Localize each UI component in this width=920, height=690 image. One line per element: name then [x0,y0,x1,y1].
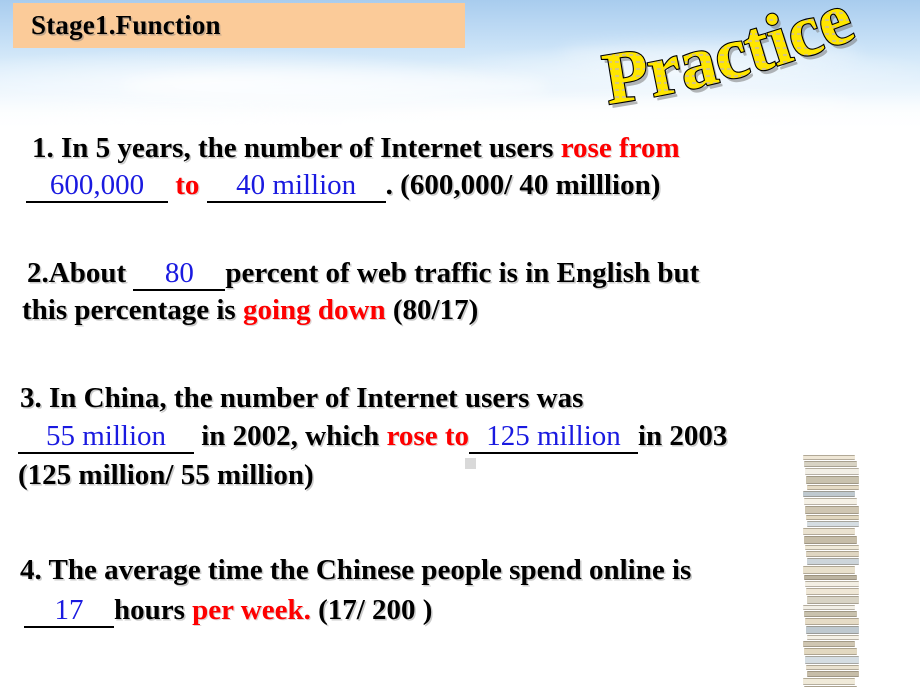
book-in-stack [803,678,855,685]
book-in-stack [805,468,859,475]
book-in-stack [804,686,857,687]
q3-post-text: in 2003 [638,420,728,452]
question-2-line-2: this percentage is going down (80/17) [22,294,479,326]
book-in-stack [807,485,859,490]
q1-answer-blank-1[interactable]: 600,000 [26,171,168,203]
book-in-stack [803,491,855,497]
gray-square-artifact [465,458,476,469]
q3-highlight-rose-to: rose to [386,420,469,452]
book-in-stack [807,596,859,604]
question-3-line-3: (125 million/ 55 million) [18,459,314,491]
book-in-stack [803,605,855,610]
q1-highlight-rose-from: rose from [560,132,680,164]
book-in-stack [806,626,859,634]
book-in-stack [806,665,859,670]
book-in-stack [805,506,859,514]
question-4-line-1: 4. The average time the Chinese people s… [20,554,692,586]
book-in-stack [806,588,859,595]
book-in-stack [804,575,857,580]
book-in-stack [807,558,859,565]
book-in-stack [804,536,857,544]
q2-text-pre: 2.About [27,257,134,289]
question-3-line-1: 3. In China, the number of Internet user… [20,382,584,414]
question-3-line-2: 55 million in 2002, which rose to 125 mil… [18,420,728,454]
book-in-stack [803,528,855,535]
q4-answer-blank[interactable]: 17 [24,596,114,628]
book-in-stack [807,521,859,527]
book-in-stack [805,618,859,625]
q4-highlight-per-week: per week. [192,594,311,626]
question-2-line-1: 2.About 80 percent of web traffic is in E… [27,257,700,291]
book-in-stack [804,611,857,617]
q3-answer-blank-2[interactable]: 125 million [469,422,638,454]
book-in-stack [804,498,857,505]
book-in-stack [806,515,859,520]
q2-highlight-going-down: going down [242,294,386,326]
book-in-stack [804,461,857,467]
stage-title-box: Stage1.Function [13,3,465,48]
book-in-stack [805,545,859,550]
book-in-stack [803,641,855,647]
q4-post-text: (17/ 200 ) [310,594,433,626]
q3-answer-blank-1[interactable]: 55 million [18,422,194,454]
q3-mid-text: in 2002, which [201,420,387,452]
book-in-stack [805,581,859,587]
book-stack-image [803,455,861,687]
q2-line2-post: (80/17) [385,294,479,326]
cloud-wisp [560,40,860,66]
q1-answer-blank-2[interactable]: 40 million [206,171,386,203]
q1-text-post: . (600,000/ 40 milllion) [385,169,661,201]
book-in-stack [806,476,859,484]
question-1-line-2: 600,000 to 40 million. (600,000/ 40 mill… [26,169,661,203]
q1-text-pre: 1. In 5 years, the number of Internet us… [32,132,561,164]
book-in-stack [807,671,859,677]
book-in-stack [803,566,855,574]
book-in-stack [807,635,859,640]
q1-highlight-to: to [175,169,200,201]
q2-line2-pre: this percentage is [22,294,243,326]
book-in-stack [805,656,859,664]
question-4-line-2: 17 hours per week. (17/ 200 ) [24,594,433,628]
book-in-stack [803,455,855,460]
book-in-stack [804,648,857,655]
book-in-stack [806,551,859,557]
stage-title-label: Stage1.Function [31,10,221,40]
q2-answer-blank[interactable]: 80 [133,259,226,291]
q4-mid-text: hours [114,594,193,626]
q2-text-post: percent of web traffic is in English but [225,257,700,289]
question-1-line-1: 1. In 5 years, the number of Internet us… [32,132,680,164]
sky-fade [0,92,920,132]
